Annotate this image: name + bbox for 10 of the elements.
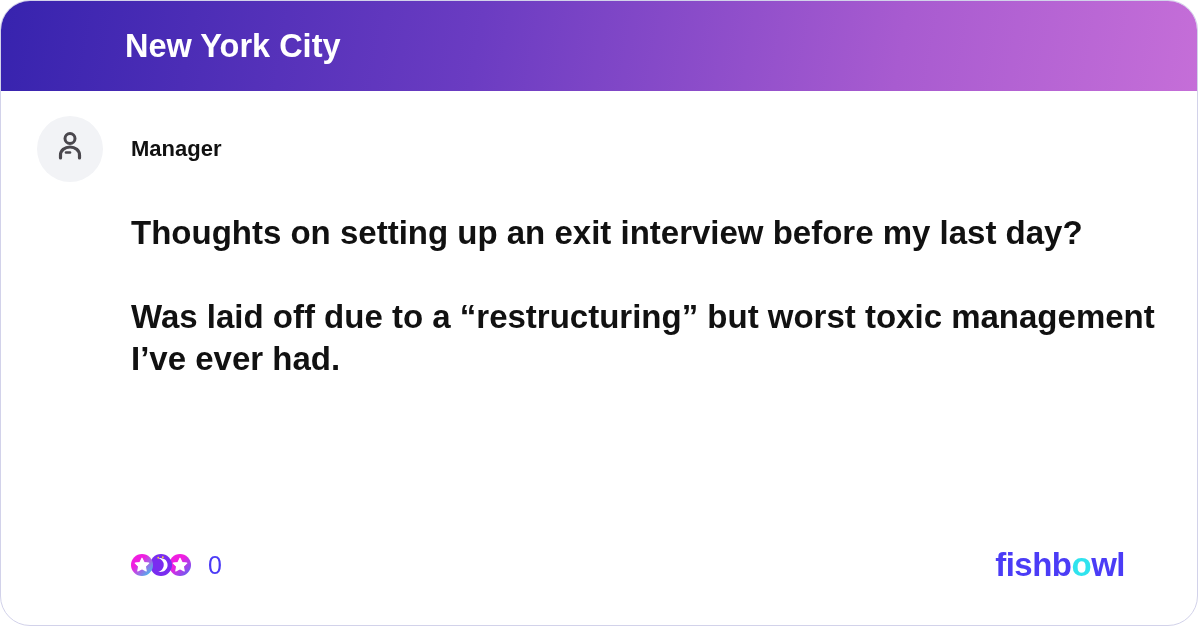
post-body: Was laid off due to a “restructuring” but worst toxic management I’ve ever had. xyxy=(131,297,1156,379)
author-name: Manager xyxy=(131,136,222,162)
star-badge-icon xyxy=(131,554,153,576)
avatar-icon xyxy=(37,116,103,182)
logo-text: fishbowl xyxy=(995,546,1125,584)
star-badge-icon xyxy=(169,554,191,576)
reaction-count: 0 xyxy=(208,550,222,580)
moon-badge-icon xyxy=(150,554,172,576)
post-title: Thoughts on setting up an exit interview before my last day? xyxy=(131,213,1084,253)
location-title: New York City xyxy=(125,27,341,65)
